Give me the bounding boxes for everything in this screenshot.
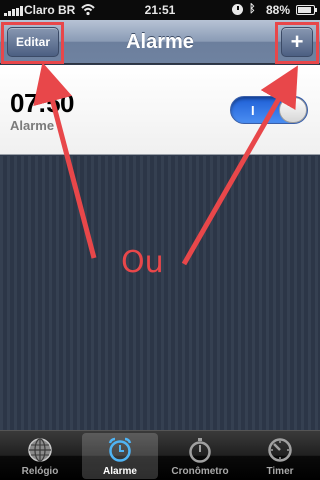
battery-icon bbox=[296, 5, 317, 15]
battery-percent: 88% bbox=[266, 3, 291, 17]
tab-label: Cronômetro bbox=[171, 466, 229, 477]
alarm-icon bbox=[232, 4, 243, 15]
alarm-toggle-switch[interactable]: I bbox=[230, 96, 308, 124]
empty-list-background bbox=[0, 156, 320, 430]
timer-icon bbox=[268, 438, 292, 462]
add-alarm-button[interactable]: + bbox=[281, 27, 313, 57]
tab-label: Timer bbox=[266, 466, 294, 477]
globe-icon bbox=[28, 438, 52, 462]
alarm-clock-icon bbox=[108, 437, 132, 462]
tab-label: Relógio bbox=[21, 466, 59, 477]
page-title: Alarme bbox=[126, 31, 194, 53]
alarm-time: 07:50 bbox=[10, 88, 75, 118]
toggle-knob[interactable] bbox=[279, 97, 307, 123]
bluetooth-icon: ᛒ bbox=[249, 3, 256, 15]
status-bar: Claro BR 21:51 ᛒ 88% bbox=[0, 0, 320, 20]
tab-timer[interactable]: Timer bbox=[242, 433, 318, 479]
tab-clock[interactable]: Relógio bbox=[2, 433, 78, 479]
tab-bar: Relógio Alarme Cronômetro Timer bbox=[0, 430, 320, 480]
stopwatch-icon bbox=[189, 438, 211, 463]
navigation-bar: Editar Alarme + bbox=[0, 20, 320, 64]
tab-stopwatch[interactable]: Cronômetro bbox=[162, 433, 238, 479]
alarm-label: Alarme bbox=[10, 118, 55, 133]
tab-label: Alarme bbox=[103, 466, 137, 477]
annotation-text: Ou bbox=[121, 245, 164, 280]
tab-alarm[interactable]: Alarme bbox=[82, 433, 158, 479]
toggle-on-label: I bbox=[251, 103, 255, 118]
